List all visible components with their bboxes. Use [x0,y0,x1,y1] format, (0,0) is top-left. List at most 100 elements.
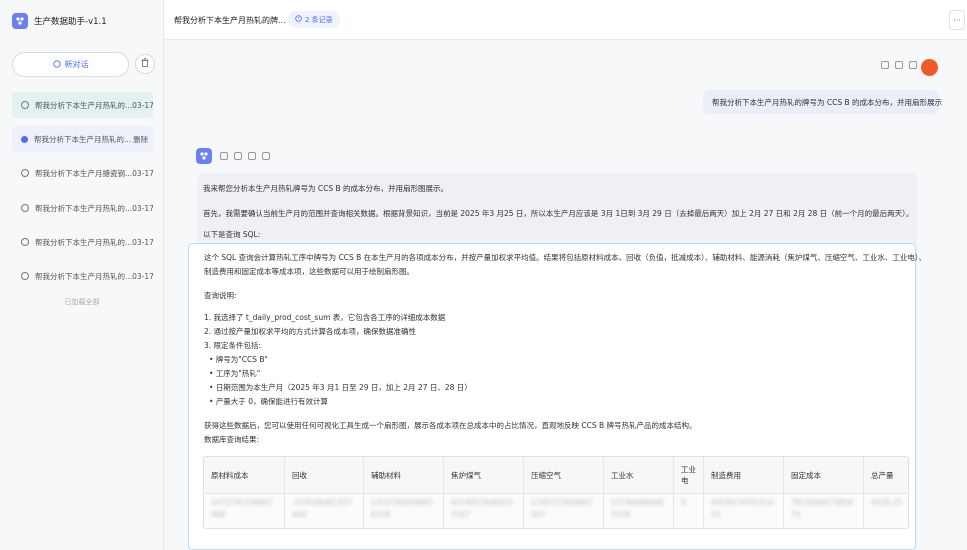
history-item-time: 03-17 [132,237,153,247]
copy-icon[interactable] [220,152,228,160]
condition-text: 日期范围为本生产月（2025 年3 月1 日至 29 日，加上 2月 27 日、… [215,383,472,392]
table-header-cell: 制造费用 [704,457,784,493]
explain-title: 查询说明: [204,291,237,300]
table-cell-value: -124548461457464 [292,498,352,519]
table-cell-value: 781456647485875 [791,498,854,519]
explain-point-2: 2. 通过按产量加权求平均的方式计算各成本项，确保数据准确性 [204,327,417,336]
copy-icon[interactable] [881,61,889,69]
history-item[interactable]: 帮我分析下本生产月热轧的... 03-17 [12,195,153,221]
edit-icon[interactable] [895,61,903,69]
condition-text: 工序为"热轧" [215,369,261,378]
table-cell-value: 13157460948456378 [371,498,434,519]
new-chat-button[interactable]: 新对话 [12,52,129,77]
history-item[interactable]: 帮我分析下本生产月热轧的... 删除 [12,126,153,152]
explain-point-3: 3. 限定条件包括: [204,341,262,350]
explain-point-1: 1. 我选择了 t_daily_prod_cost_sum 表，它包含各工序的详… [204,313,446,322]
condition-item: • 日期范围为本生产月（2025 年3 月1 日至 29 日，加上 2月 27 … [209,383,472,392]
clock-icon [21,238,29,246]
table-cell: 4426.25 [864,493,908,528]
thumbs-up-icon[interactable] [248,152,256,160]
history-item[interactable]: 帮我分析下本生产月热轧的... 03-17 [12,92,153,118]
sql-description-2: 制造费用和固定成本等成本项，这些数据可以用于绘制扇形图。 [204,267,414,276]
conclusion: 获得这些数据后，您可以使用任何可视化工具生成一个扇形图，展示各成本项在总成本中的… [204,421,697,430]
table-header-cell: 总产量 [864,457,908,493]
sql-intro: 以下是查询 SQL: [203,230,261,239]
history-item-label: 帮我分析下本生产月热轧的... [35,271,133,281]
app-title: 生产数据助手-v1.1 [34,17,107,27]
table-header-cell: 压缩空气 [524,457,604,493]
user-avatar [921,59,938,76]
history-item-time: 03-17 [132,203,153,213]
history-item-time: 03-17 [132,271,153,281]
table-cell-value: 2249757604847567 [531,498,594,519]
history-item-label: 帮我分析下本生产月热轧的... [35,237,133,247]
table-header-cell: 焦炉煤气 [444,457,524,493]
more-icon: ··· [953,15,961,25]
table-cell-value: 2475745746847468 [211,498,274,519]
condition-item: • 牌号为"CCS B" [209,355,268,364]
sql-result-panel: 这个 SQL 查询会计算热轧工序中牌号为 CCS B 在本生产月的各项成本分布，… [188,243,926,550]
table-cell: 42149576464151567 [444,493,524,528]
table-cell-value: 42149576464151567 [451,498,514,519]
more-menu-button[interactable]: ··· [949,10,965,30]
app-logo-icon [12,13,28,29]
sql-description: 这个 SQL 查询会计算热轧工序中牌号为 CCS B 在本生产月的各项成本分布，… [204,253,927,262]
clock-icon [21,169,29,177]
history-item-time: 03-17 [132,100,153,110]
condition-text: 产量大于 0，确保能进行有效计算 [215,397,328,406]
result-title: 数据库查询结果: [204,435,260,444]
table-cell: -124548461457464 [285,493,364,528]
clock-icon [21,204,29,212]
table-cell: 2249757604847567 [524,493,604,528]
table-cell-value: 0 [681,498,686,507]
condition-item: • 工序为"热轧" [209,369,261,378]
history-item-label: 帮我分析下本生产月热轧的... [35,203,133,213]
clock-icon [21,101,29,109]
table-cell: 13157460948456378 [364,493,444,528]
chat-icon [52,59,61,70]
history-item[interactable]: 帮我分析下本生产月热轧的... 03-17 [12,229,153,255]
user-message-tools [881,61,917,69]
thumbs-down-icon[interactable] [262,152,270,160]
delete-link[interactable]: 删除 [133,134,148,145]
new-chat-label: 新对话 [64,60,89,69]
history-item-label: 帮我分析下本生产月热轧的... [35,100,133,110]
table-cell: 571464684681578 [604,493,674,528]
delete-icon[interactable] [909,61,917,69]
result-table: 原材料成本 回收 辅助材料 焦炉煤气 压缩空气 工业水 工业电 制造费用 固定成… [203,456,909,529]
brand: 生产数据助手-v1.1 [12,13,107,29]
table-header-cell: 固定成本 [784,457,864,493]
clear-history-button[interactable] [135,54,155,74]
history-item[interactable]: 帮我分析下本生产月搪瓷钢... 03-17 [12,160,153,186]
condition-text: 牌号为"CCS B" [215,355,268,364]
assistant-avatar [196,148,212,164]
table-header-cell: 回收 [285,457,364,493]
assistant-message-tools [220,152,270,160]
chat-area: 帮我分析下本生产月热轧的牌号为 CCS B 的成本分布，并用扇形展示 我来帮您分… [164,40,967,550]
history-item-time: 03-17 [132,168,153,178]
speaker-icon[interactable] [234,152,242,160]
table-header-cell: 辅助材料 [364,457,444,493]
table-cell-value: 4426.25 [871,498,903,507]
answer-step-1: 首先，我需要确认当前生产月的范围并查询相关数据。根据背景知识，当前是 2025 … [203,209,914,218]
history-icon [295,15,302,24]
condition-item: • 产量大于 0，确保能进行有效计算 [209,397,328,406]
clock-icon [21,272,29,280]
table-cell-value: 571464684681578 [611,498,664,519]
sidebar: 生产数据助手-v1.1 新对话 帮我分析下本生产月热轧的... 03-17 帮我… [0,0,164,550]
table-header-cell: 工业水 [604,457,674,493]
conversation-title: 帮我分析下本生产月热轧的牌... [174,16,286,25]
user-message: 帮我分析下本生产月热轧的牌号为 CCS B 的成本分布，并用扇形展示 [703,90,942,114]
table-header-cell: 原材料成本 [204,457,285,493]
table-cell: 781456647485875 [784,493,864,528]
history-item-label: 帮我分析下本生产月搪瓷钢... [35,168,133,178]
loaded-all-text: 已加载全部 [64,298,100,306]
topbar: 帮我分析下本生产月热轧的牌... 2 条记录 ··· [164,0,967,40]
history-item-label: 帮我分析下本生产月热轧的... [34,134,132,144]
table-cell: 445497454141455 [704,493,784,528]
table-cell: 2475745746847468 [204,493,285,528]
history-item[interactable]: 帮我分析下本生产月热轧的... 03-17 [12,263,153,289]
trash-icon [141,58,149,70]
records-badge[interactable]: 2 条记录 [288,11,340,28]
table-cell-value: 445497454141455 [711,498,774,519]
